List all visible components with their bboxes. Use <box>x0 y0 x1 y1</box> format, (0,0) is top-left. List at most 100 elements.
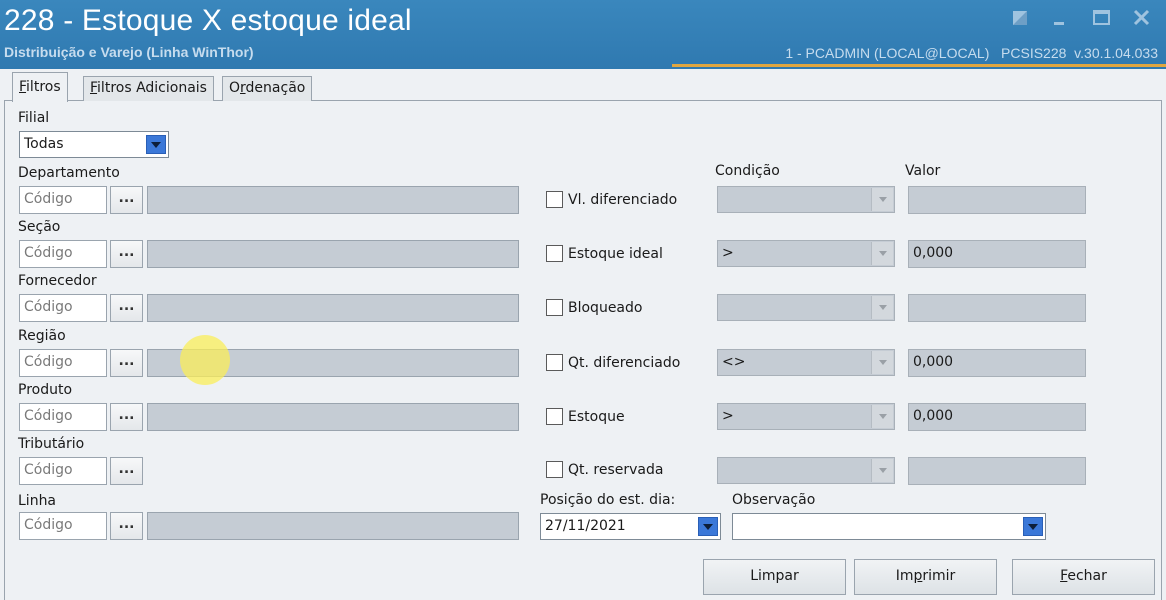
bloqueado-condition-select[interactable] <box>717 294 895 321</box>
tributario-code-input[interactable]: Código <box>19 457 107 485</box>
vl-diferenciado-value-input[interactable] <box>908 186 1086 214</box>
title-bar: 228 - Estoque X estoque ideal Distribuiç… <box>0 0 1166 69</box>
vl-diferenciado-condition-select[interactable] <box>717 186 895 213</box>
qt-diferenciado-condition-select[interactable]: <> <box>717 349 895 376</box>
filial-select-value: Todas <box>24 136 64 152</box>
posicao-label: Posição do est. dia: <box>540 492 676 508</box>
estoque-ideal-label: Estoque ideal <box>568 246 663 262</box>
imprimir-label-post: rimir <box>922 568 956 584</box>
vl-diferenciado-checkbox[interactable] <box>546 191 563 208</box>
secao-lookup-button[interactable]: ... <box>110 240 143 268</box>
tab-filtros-label-post: iltros <box>26 79 61 95</box>
produto-lookup-button[interactable]: ... <box>110 403 143 431</box>
chevron-down-icon[interactable] <box>871 188 893 211</box>
chevron-down-icon[interactable] <box>871 405 893 428</box>
qt-diferenciado-value-input[interactable]: 0,000 <box>908 349 1086 377</box>
fechar-label-post: echar <box>1067 568 1107 584</box>
fornecedor-description <box>147 294 519 322</box>
estoque-ideal-condition-select[interactable]: > <box>717 240 895 267</box>
chevron-down-icon[interactable] <box>871 459 893 482</box>
fornecedor-code-input[interactable]: Código <box>19 294 107 322</box>
filial-select[interactable]: Todas <box>19 131 169 158</box>
departamento-code-input[interactable]: Código <box>19 186 107 214</box>
fornecedor-label: Fornecedor <box>18 273 97 289</box>
minimize-icon[interactable] <box>1050 8 1072 28</box>
qt-diferenciado-checkbox[interactable] <box>546 354 563 371</box>
secao-label: Seção <box>18 219 61 235</box>
window-title: 228 - Estoque X estoque ideal <box>4 4 412 37</box>
estoque-value-input[interactable]: 0,000 <box>908 403 1086 431</box>
chevron-down-icon[interactable] <box>871 296 893 319</box>
departamento-lookup-button[interactable]: ... <box>110 186 143 214</box>
imprimir-label-pre: Im <box>895 568 914 584</box>
departamento-description <box>147 186 519 214</box>
close-icon[interactable] <box>1130 8 1152 28</box>
tab-filtros[interactable]: Filtros <box>12 72 68 102</box>
produto-description <box>147 403 519 431</box>
window-controls <box>1010 8 1152 28</box>
estoque-ideal-value-input[interactable]: 0,000 <box>908 240 1086 268</box>
linha-code-input[interactable]: Código <box>19 512 107 540</box>
produto-code-input[interactable]: Código <box>19 403 107 431</box>
estoque-checkbox[interactable] <box>546 408 563 425</box>
bloqueado-value-input[interactable] <box>908 294 1086 322</box>
chevron-down-icon[interactable] <box>871 242 893 265</box>
regiao-label: Região <box>18 328 66 344</box>
condicao-header: Condição <box>715 163 780 179</box>
estoque-condition-select[interactable]: > <box>717 403 895 430</box>
valor-header: Valor <box>905 163 941 179</box>
linha-label: Linha <box>18 493 57 509</box>
qt-reservada-label: Qt. reservada <box>568 462 664 478</box>
chevron-down-icon[interactable] <box>146 135 166 154</box>
window-subtitle: Distribuição e Varejo (Linha WinThor) <box>4 44 254 60</box>
session-info: 1 - PCADMIN (LOCAL@LOCAL) PCSIS228 v.30.… <box>785 45 1158 61</box>
tab-filtros-label-accel: F <box>19 79 27 95</box>
qt-reservada-condition-select[interactable] <box>717 457 895 484</box>
departamento-label: Departamento <box>18 165 120 181</box>
maximize-icon[interactable] <box>1090 8 1112 28</box>
tab-ordenacao-label-post: denação <box>245 80 306 96</box>
regiao-lookup-button[interactable]: ... <box>110 349 143 377</box>
title-accent-line <box>672 64 1166 67</box>
fornecedor-lookup-button[interactable]: ... <box>110 294 143 322</box>
vl-diferenciado-label: Vl. diferenciado <box>568 192 678 208</box>
qt-diferenciado-label: Qt. diferenciado <box>568 355 681 371</box>
qt-reservada-value-input[interactable] <box>908 457 1086 485</box>
imprimir-button[interactable]: Imprimir <box>854 559 997 595</box>
cursor-highlight <box>180 335 230 385</box>
chevron-down-icon[interactable] <box>871 351 893 374</box>
linha-description <box>147 512 519 540</box>
tab-ordenacao-label-pre: O <box>229 80 241 96</box>
filial-label: Filial <box>18 110 50 126</box>
observacao-select[interactable] <box>732 513 1046 540</box>
bloqueado-label: Bloqueado <box>568 300 643 316</box>
limpar-button[interactable]: Limpar <box>703 559 846 595</box>
bloqueado-checkbox[interactable] <box>546 299 563 316</box>
tributario-lookup-button[interactable]: ... <box>110 457 143 485</box>
fechar-button[interactable]: Fechar <box>1012 559 1155 595</box>
estoque-condition-value: > <box>722 408 734 424</box>
filters-panel: Filial Todas Departamento Código ... Seç… <box>4 101 1162 600</box>
chevron-down-icon[interactable] <box>1023 517 1043 536</box>
posicao-date-value: 27/11/2021 <box>545 518 626 534</box>
tab-strip: Filtros Filtros Adicionais Ordenação <box>0 69 1166 102</box>
tributario-label: Tributário <box>18 436 85 452</box>
secao-code-input[interactable]: Código <box>19 240 107 268</box>
estoque-ideal-condition-value: > <box>722 245 734 261</box>
qt-diferenciado-condition-value: <> <box>722 354 746 370</box>
estoque-label: Estoque <box>568 409 625 425</box>
settings-icon[interactable] <box>1010 8 1032 28</box>
tab-filtros-adicionais[interactable]: Filtros Adicionais <box>83 76 214 101</box>
linha-lookup-button[interactable]: ... <box>110 512 143 540</box>
tab-filtros-adicionais-label-post: iltros Adicionais <box>97 80 207 96</box>
regiao-code-input[interactable]: Código <box>19 349 107 377</box>
estoque-ideal-checkbox[interactable] <box>546 245 563 262</box>
limpar-button-label: Limpar <box>750 568 799 584</box>
posicao-date-picker[interactable]: 27/11/2021 <box>540 513 721 540</box>
observacao-label: Observação <box>732 492 816 508</box>
secao-description <box>147 240 519 268</box>
chevron-down-icon[interactable] <box>698 517 718 536</box>
tab-ordenacao[interactable]: Ordenação <box>222 76 313 101</box>
qt-reservada-checkbox[interactable] <box>546 461 563 478</box>
tab-filtros-adicionais-label-accel: F <box>90 80 98 96</box>
